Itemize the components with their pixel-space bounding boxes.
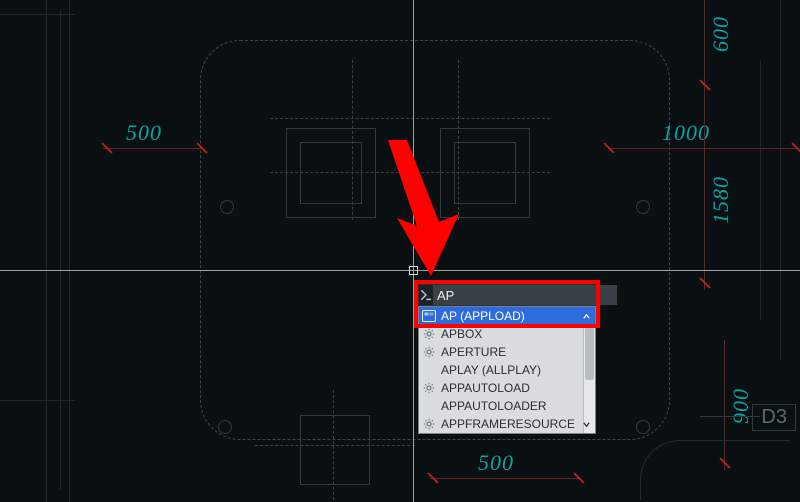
dim-value-500a: 500	[126, 120, 162, 146]
autocomplete-item[interactable]: APLAY (ALLPLAY)	[419, 361, 595, 379]
gear-icon	[421, 326, 437, 342]
drawing-line	[0, 14, 75, 15]
command-prompt-icon	[419, 285, 433, 305]
autocomplete-label: APBOX	[441, 327, 593, 341]
dim-value-1580: 1580	[708, 176, 734, 224]
drawing-circle	[636, 420, 650, 434]
dim-line	[430, 478, 580, 479]
drawing-rect	[300, 415, 370, 485]
autocomplete-label: APPAUTOLOADER	[441, 399, 593, 413]
dim-value-900: 900	[728, 388, 754, 424]
autocomplete-item[interactable]: APPAUTOLOADER	[419, 397, 595, 415]
gear-icon	[421, 344, 437, 360]
autocomplete-label: APLAY (ALLPLAY)	[441, 363, 593, 377]
autocomplete-item[interactable]: AP (APPLOAD)	[419, 307, 595, 325]
dim-tick	[699, 79, 710, 90]
drawing-circle	[218, 420, 232, 434]
dim-tick	[699, 277, 710, 288]
drawing-line	[780, 0, 781, 360]
command-input-row[interactable]	[418, 284, 596, 306]
dim-value-1000: 1000	[662, 120, 710, 146]
drawing-line	[0, 400, 75, 401]
gear-icon	[421, 416, 437, 432]
drawing-rect	[454, 142, 516, 204]
drawing-line	[760, 60, 761, 320]
autocomplete-item[interactable]: APPFRAMERESOURCES	[419, 415, 595, 433]
cursor-pickbox	[409, 266, 418, 275]
dim-value-600: 600	[708, 16, 734, 52]
dim-line	[608, 148, 798, 149]
autocomplete-item[interactable]: APERTURE	[419, 343, 595, 361]
crosshair-horizontal	[0, 270, 800, 271]
drawing-line	[270, 118, 550, 119]
drawing-circle	[636, 200, 650, 214]
dim-line	[704, 0, 705, 90]
autocomplete-item[interactable]: APPAUTOLOAD	[419, 379, 595, 397]
chevron-down-icon	[579, 420, 593, 429]
drawing-line	[60, 10, 61, 490]
drawing-line	[46, 0, 47, 502]
autocomplete-label: APPFRAMERESOURCES	[441, 417, 575, 431]
dim-line	[704, 90, 705, 290]
dim-value-500b: 500	[478, 450, 514, 476]
grid-bubble-d3: D3	[752, 404, 796, 431]
chevron-up-icon	[579, 312, 593, 321]
drawing-circle	[220, 200, 234, 214]
crosshair-vertical	[413, 0, 414, 502]
autocomplete-label: APERTURE	[441, 345, 593, 359]
autocomplete-item[interactable]: APBOX	[419, 325, 595, 343]
autocomplete-label: AP (APPLOAD)	[441, 309, 575, 323]
command-input-wrapper	[418, 284, 596, 306]
dim-line	[103, 148, 203, 149]
swatch-icon	[421, 308, 437, 324]
autocomplete-label: APPAUTOLOAD	[441, 381, 593, 395]
gear-icon	[421, 380, 437, 396]
command-input[interactable]	[433, 285, 617, 305]
drawing-rect	[300, 142, 362, 204]
drawing-line	[700, 416, 760, 417]
drawing-curve	[640, 440, 790, 500]
autocomplete-list[interactable]: AP (APPLOAD) APBOX APERTURE APLAY (ALLPL…	[418, 306, 596, 434]
